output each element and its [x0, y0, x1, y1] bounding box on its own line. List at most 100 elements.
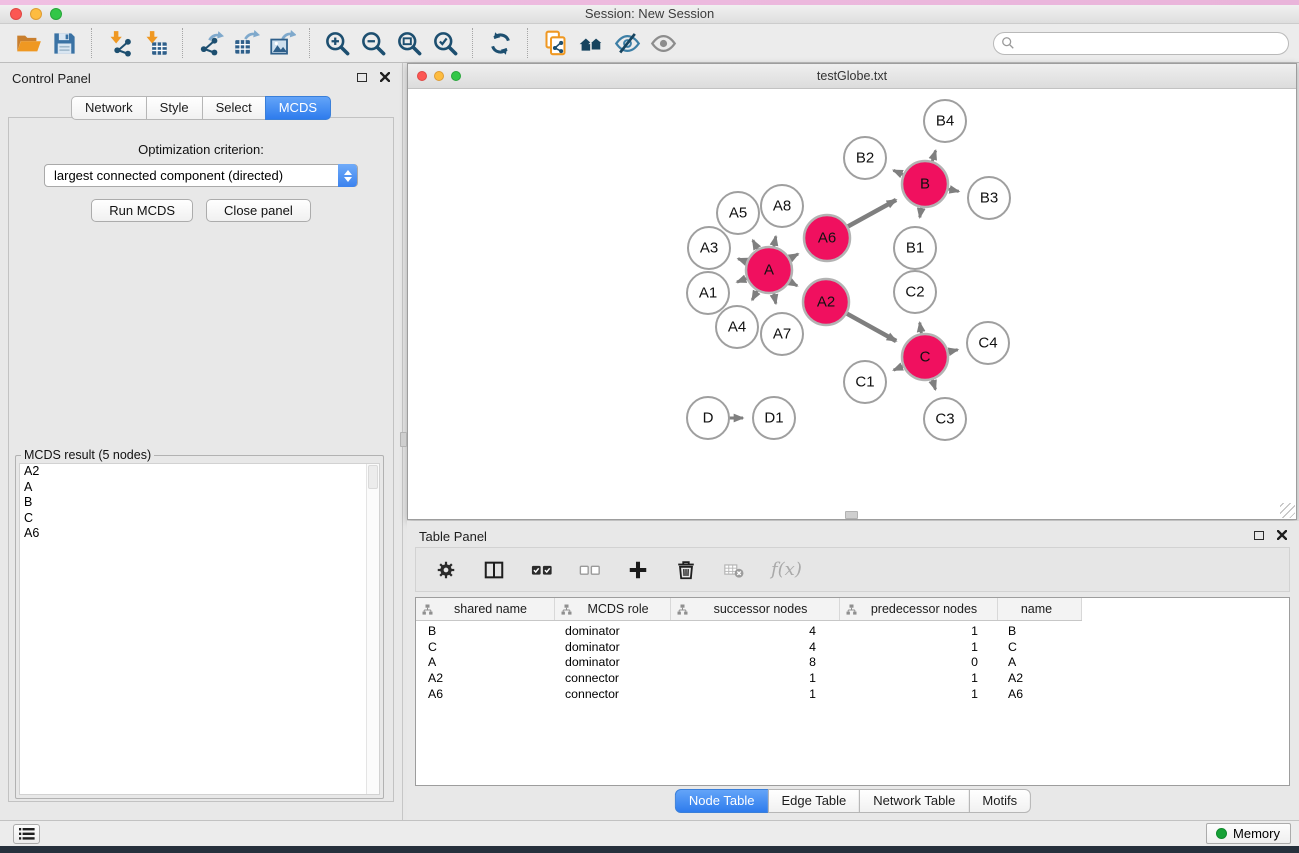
select-all-button[interactable]: [531, 559, 553, 581]
mcds-result-item[interactable]: C: [20, 511, 379, 527]
hide-graphics-details-button[interactable]: [609, 27, 645, 59]
zoom-window-light[interactable]: [50, 8, 62, 20]
horizontal-scroll-thumb[interactable]: [845, 511, 858, 519]
deselect-all-button[interactable]: [579, 559, 601, 581]
zoom-out-button[interactable]: [355, 27, 391, 59]
close-panel-icon[interactable]: [380, 72, 390, 82]
graph-edge-A-A8[interactable]: [774, 236, 776, 247]
graph-edge-A-A7[interactable]: [774, 293, 776, 304]
toggle-columns-button[interactable]: [483, 559, 505, 581]
table-header-row: shared nameMCDS rolesuccessor nodesprede…: [416, 598, 1082, 621]
result-scrollbar[interactable]: [366, 464, 379, 794]
tree-icon: [422, 604, 433, 615]
column-header-MCDS-role[interactable]: MCDS role: [555, 598, 671, 620]
mcds-result-item[interactable]: A2: [20, 464, 379, 480]
memory-button[interactable]: Memory: [1206, 823, 1291, 844]
graph-edge-A-A4[interactable]: [752, 290, 758, 300]
tab-network-table[interactable]: Network Table: [859, 789, 969, 813]
close-table-panel-icon[interactable]: [1277, 530, 1287, 540]
export-network-button[interactable]: [192, 27, 228, 59]
delete-table-button[interactable]: [723, 559, 745, 581]
table-row[interactable]: Adominator80A: [416, 655, 1289, 671]
import-network-button[interactable]: [101, 27, 137, 59]
table-row[interactable]: A6connector11A6: [416, 686, 1289, 702]
graph-edge-A6-B[interactable]: [847, 200, 896, 227]
result-scrollbar-thumb[interactable]: [368, 465, 378, 489]
network-canvas[interactable]: B4B2BB3A8A5A6A3B1AA1C2A2A4A7C4CC1C3DD1: [408, 89, 1296, 519]
show-graphics-details-button[interactable]: [645, 27, 681, 59]
zoom-selected-button[interactable]: [427, 27, 463, 59]
graph-edge-A2-C[interactable]: [846, 313, 896, 341]
graph-edge-C-C1[interactable]: [894, 366, 904, 370]
open-session-button[interactable]: [10, 27, 46, 59]
close-window-light[interactable]: [10, 8, 22, 20]
add-column-button[interactable]: [627, 559, 649, 581]
graph-edge-A-A2[interactable]: [789, 281, 797, 286]
close-panel-button[interactable]: Close panel: [206, 199, 311, 222]
clone-network-button[interactable]: [537, 27, 573, 59]
table-row[interactable]: A2connector11A2: [416, 670, 1289, 686]
column-header-predecessor-nodes[interactable]: predecessor nodes: [840, 598, 998, 620]
network-canvas-svg[interactable]: B4B2BB3A8A5A6A3B1AA1C2A2A4A7C4CC1C3DD1: [408, 89, 1296, 519]
zoom-in-button[interactable]: [319, 27, 355, 59]
mcds-result-item[interactable]: A6: [20, 526, 379, 542]
graph-edge-B-B2[interactable]: [893, 170, 903, 175]
refresh-view-button[interactable]: [482, 27, 518, 59]
tab-select[interactable]: Select: [202, 96, 266, 120]
table-row[interactable]: Cdominator41C: [416, 639, 1289, 655]
tab-style[interactable]: Style: [146, 96, 203, 120]
home-view-button[interactable]: [573, 27, 609, 59]
network-zoom-light[interactable]: [451, 71, 461, 81]
network-minimize-light[interactable]: [434, 71, 444, 81]
column-header-name[interactable]: name: [998, 598, 1082, 620]
graph-node-label: D1: [764, 410, 783, 427]
network-close-light[interactable]: [417, 71, 427, 81]
minimize-window-light[interactable]: [30, 8, 42, 20]
show-task-history-button[interactable]: [13, 824, 40, 844]
export-table-button[interactable]: [228, 27, 264, 59]
tab-network[interactable]: Network: [71, 96, 147, 120]
columns-icon: [483, 559, 505, 581]
column-header-successor-nodes[interactable]: successor nodes: [671, 598, 840, 620]
criterion-select[interactable]: largest connected component (directed): [44, 164, 358, 187]
graph-edge-C-C4[interactable]: [947, 350, 957, 352]
export-image-button[interactable]: [264, 27, 300, 59]
graph-edge-B-B1[interactable]: [920, 207, 922, 218]
mcds-result-item[interactable]: A: [20, 480, 379, 496]
function-builder-button[interactable]: f(x): [771, 559, 802, 580]
table-row[interactable]: Bdominator41B: [416, 623, 1289, 639]
tab-edge-table[interactable]: Edge Table: [767, 789, 860, 813]
trash-icon: [675, 559, 697, 581]
table-cell: 1: [671, 687, 840, 701]
mcds-result-item[interactable]: B: [20, 495, 379, 511]
import-table-button[interactable]: [137, 27, 173, 59]
tab-node-table[interactable]: Node Table: [675, 789, 769, 813]
float-panel-icon[interactable]: [357, 73, 367, 82]
table-cell: 1: [840, 671, 998, 685]
table-cell: dominator: [555, 640, 671, 654]
graph-edge-C-C3[interactable]: [932, 379, 935, 390]
graph-edge-C-C2[interactable]: [920, 323, 922, 335]
search-input[interactable]: [1015, 33, 1288, 54]
toolbar-separator: [91, 28, 92, 58]
float-table-panel-icon[interactable]: [1254, 531, 1264, 540]
zoom-fit-button[interactable]: [391, 27, 427, 59]
column-header-shared-name[interactable]: shared name: [416, 598, 555, 620]
delete-column-button[interactable]: [675, 559, 697, 581]
tab-mcds[interactable]: MCDS: [265, 96, 331, 120]
graph-edge-B-B3[interactable]: [947, 189, 958, 191]
window-resize-grip[interactable]: [1280, 503, 1295, 518]
eye-slash-icon: [614, 30, 641, 57]
graph-edge-A-A3[interactable]: [738, 259, 747, 262]
save-session-button[interactable]: [46, 27, 82, 59]
vertical-scroll-thumb[interactable]: [400, 432, 407, 447]
table-cell: 1: [840, 624, 998, 638]
graph-edge-A-A1[interactable]: [737, 278, 747, 282]
graph-edge-A-A6[interactable]: [789, 254, 798, 259]
graph-edge-B-B4[interactable]: [932, 151, 936, 163]
graph-edge-A-A5[interactable]: [753, 240, 758, 250]
tab-motifs[interactable]: Motifs: [968, 789, 1031, 813]
run-mcds-button[interactable]: Run MCDS: [91, 199, 193, 222]
table-panel-tabs: Node Table Edge Table Network Table Moti…: [675, 789, 1031, 813]
table-settings-button[interactable]: [435, 559, 457, 581]
